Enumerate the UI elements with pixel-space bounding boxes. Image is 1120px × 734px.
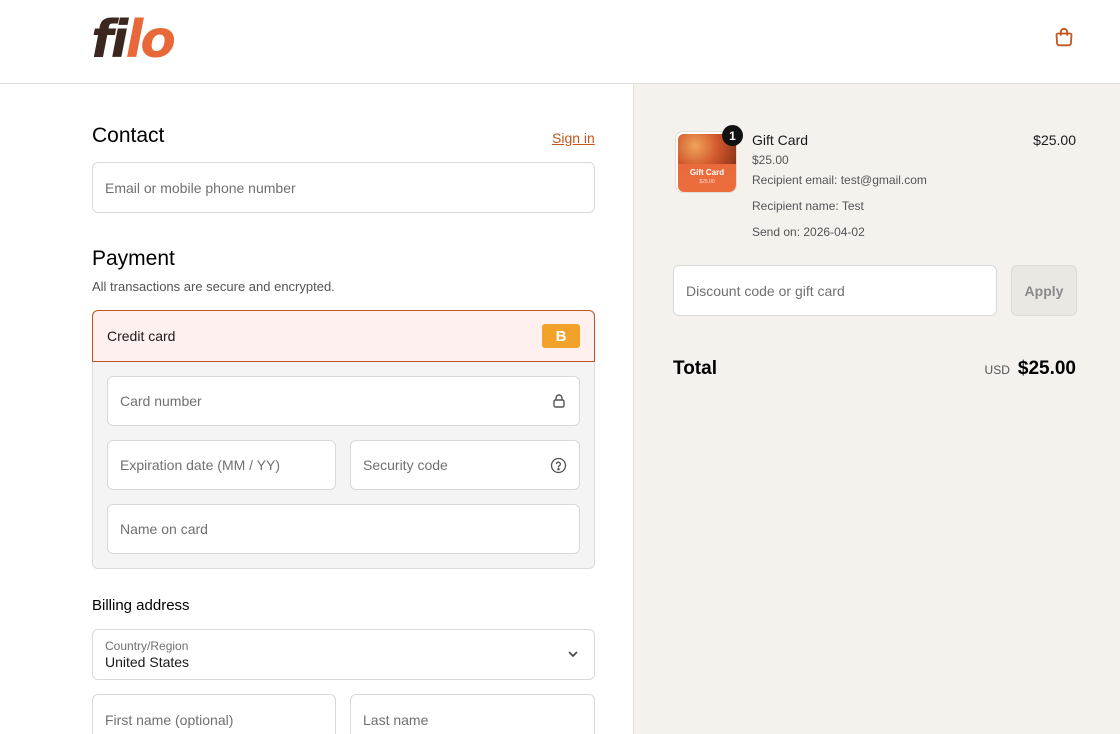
payment-subtitle: All transactions are secure and encrypte… [92, 279, 335, 294]
name-on-card-field[interactable]: Name on card [107, 504, 580, 554]
chevron-down-icon [566, 647, 580, 666]
logo-text-lo: lo [125, 10, 176, 70]
email-field[interactable]: Email or mobile phone number [92, 162, 595, 213]
quantity-badge: 1 [722, 125, 743, 146]
contact-heading: Contact [92, 124, 165, 147]
email-placeholder: Email or mobile phone number [105, 179, 296, 196]
item-variant: $25.00 [752, 153, 789, 167]
country-value: United States [105, 654, 190, 670]
sign-in-link[interactable]: Sign in [552, 130, 595, 146]
last-name-placeholder: Last name [363, 711, 429, 728]
thumb-subtitle: $25.00 [699, 179, 715, 185]
filo-logo[interactable]: filo [91, 10, 176, 70]
expiration-placeholder: Expiration date (MM / YY) [120, 457, 281, 473]
order-summary: Gift Card $25.00 1 Gift Card $25.00 $25.… [633, 84, 1120, 734]
billing-address-heading: Billing address [92, 597, 190, 614]
recipient-name: Recipient name: Test [752, 199, 864, 213]
name-on-card-placeholder: Name on card [120, 521, 208, 537]
total-currency: USD [984, 363, 1010, 377]
security-code-placeholder: Security code [363, 457, 448, 473]
shopping-bag-icon [1053, 26, 1075, 53]
card-number-field[interactable]: Card number [107, 376, 580, 426]
discount-code-input[interactable]: Discount code or gift card [673, 265, 997, 316]
thumb-title: Gift Card [689, 168, 725, 177]
country-region-select[interactable]: Country/Region United States [92, 629, 595, 680]
logo-text-fi: fi [91, 10, 128, 70]
lock-icon [551, 393, 567, 409]
item-name: Gift Card [752, 132, 809, 148]
card-brand-badge: B [542, 324, 580, 348]
last-name-field[interactable]: Last name [350, 694, 595, 734]
payment-heading: Payment [92, 247, 175, 270]
first-name-field[interactable]: First name (optional) [92, 694, 336, 734]
card-number-placeholder: Card number [120, 393, 202, 409]
discount-placeholder: Discount code or gift card [686, 282, 845, 299]
item-price: $25.00 [1033, 132, 1076, 148]
apply-discount-button[interactable]: Apply [1011, 265, 1077, 316]
expiration-date-field[interactable]: Expiration date (MM / YY) [107, 440, 336, 490]
cart-button[interactable] [1050, 25, 1078, 53]
country-label: Country/Region [105, 639, 189, 653]
credit-card-label: Credit card [107, 328, 176, 344]
credit-card-option[interactable]: Credit card B [92, 310, 595, 362]
total-value: USD $25.00 [985, 358, 1076, 380]
question-circle-icon[interactable] [550, 457, 567, 474]
security-code-field[interactable]: Security code [350, 440, 580, 490]
total-label: Total [673, 358, 717, 379]
site-header: filo [0, 0, 1120, 84]
first-name-placeholder: First name (optional) [105, 711, 234, 728]
total-amount: $25.00 [1017, 358, 1076, 379]
recipient-email: Recipient email: test@gmail.com [752, 173, 927, 187]
send-on-date: Send on: 2026-04-02 [752, 225, 865, 239]
